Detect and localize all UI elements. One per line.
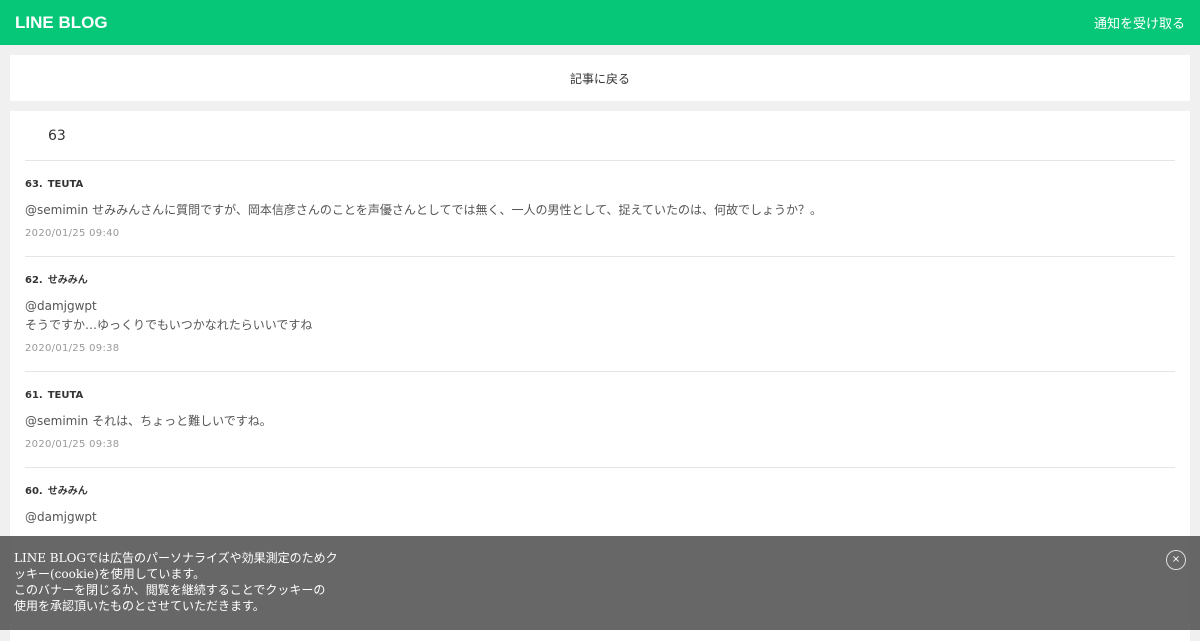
close-icon[interactable]: × [1166, 550, 1186, 570]
comment-item: 60. せみみん @damjgwpt [25, 468, 1175, 544]
comment-line: @damjgwpt [25, 510, 97, 524]
comment-date: 2020/01/25 09:38 [25, 343, 120, 354]
cookie-line: 使用を承認頂いたものとさせていただきます。 [14, 599, 265, 613]
comment-number: 60. [25, 486, 43, 497]
comment-header: 60. せみみん [25, 486, 1175, 498]
comment-line: @semimin それは、ちょっと難しいですね。 [25, 414, 272, 428]
comment-item: 61. TEUTA @semimin それは、ちょっと難しいですね。 2020/0… [25, 372, 1175, 468]
comment-line: そうですか…ゆっくりでもいつかなれたらいいですね [25, 318, 313, 332]
cookie-line: このバナーを閉じるか、閲覧を継続することでクッキーの [14, 583, 326, 597]
comment-header: 63. TEUTA [25, 179, 1175, 191]
comment-line: @damjgwpt [25, 299, 97, 313]
back-to-article-button[interactable]: 記事に戻る [10, 55, 1190, 101]
comment-date: 2020/01/25 09:40 [25, 228, 120, 239]
comment-count: 63 [25, 111, 1175, 161]
comment-header: 61. TEUTA [25, 390, 1175, 402]
comment-body: @semimin せみみんさんに質問ですが、岡本信彦さんのことを声優さんとしてで… [25, 201, 1175, 220]
comment-item: 63. TEUTA @semimin せみみんさんに質問ですが、岡本信彦さんのこと… [25, 161, 1175, 257]
comment-body: @semimin それは、ちょっと難しいですね。 [25, 412, 1175, 431]
line-blog-logo[interactable]: LINE BLOG [15, 13, 108, 33]
cookie-banner: LINE BLOGでは広告のパーソナライズや効果測定のためク ッキー(cooki… [0, 536, 1200, 630]
comment-line: @semimin せみみんさんに質問ですが、岡本信彦さんのことを声優さんとしてで… [25, 203, 822, 217]
comment-number: 63. [25, 179, 43, 190]
cookie-notice-text: LINE BLOGでは広告のパーソナライズや効果測定のためク ッキー(cooki… [14, 550, 339, 614]
comment-date: 2020/01/25 09:38 [25, 439, 120, 450]
comment-author: TEUTA [47, 179, 84, 190]
cookie-line: LINE BLOGでは広告のパーソナライズや効果測定のためク [14, 551, 338, 565]
comment-number: 62. [25, 275, 43, 286]
comment-header: 62. せみみん [25, 275, 1175, 287]
cookie-line: ッキー(cookie)を使用しています。 [14, 567, 206, 581]
comment-author: せみみん [47, 275, 88, 286]
top-header: LINE BLOG 通知を受け取る [0, 0, 1200, 45]
comment-author: せみみん [47, 486, 88, 497]
comment-author: TEUTA [47, 390, 84, 401]
back-to-article-label: 記事に戻る [569, 71, 630, 86]
comment-body: @damjgwpt そうですか…ゆっくりでもいつかなれたらいいですね [25, 297, 1175, 335]
notify-button[interactable]: 通知を受け取る [1094, 13, 1185, 32]
comment-number: 61. [25, 390, 43, 401]
comment-body: @damjgwpt [25, 508, 1175, 527]
comment-item: 62. せみみん @damjgwpt そうですか…ゆっくりでもいつかなれたらいいで… [25, 257, 1175, 372]
